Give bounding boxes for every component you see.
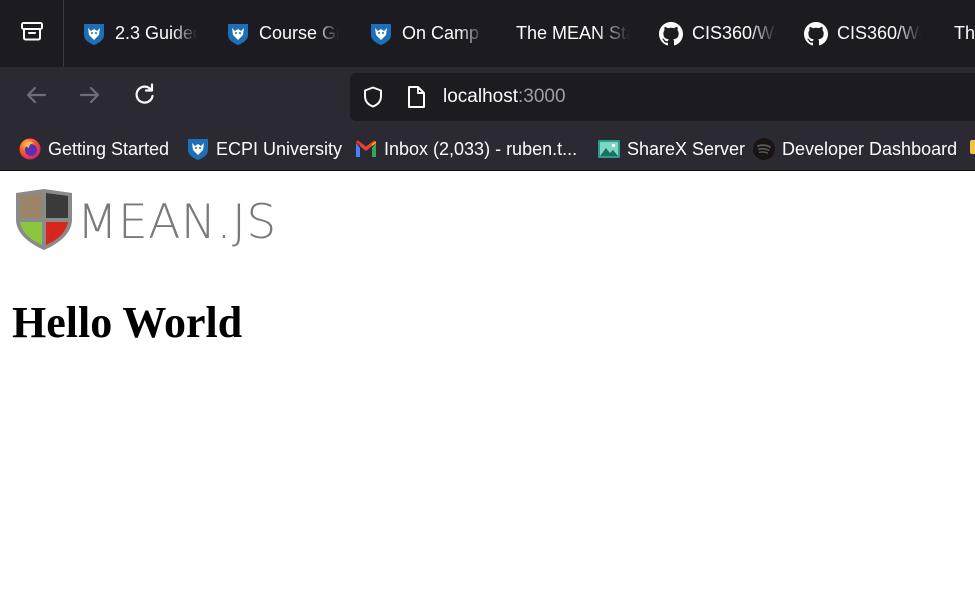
tab-github-1[interactable]: CIS360/We (659, 0, 776, 67)
mean-shield-icon (14, 189, 74, 256)
tab-title: The (954, 23, 975, 43)
mean-js-logo[interactable]: MEAN.JS (14, 189, 277, 256)
bookmarks-toolbar: Getting Started ECPI University Inbox (2… (0, 127, 975, 171)
folder-icon (968, 136, 975, 163)
shield-wolf-icon (82, 22, 106, 46)
tab-title: Course Gr (259, 23, 339, 43)
bookmark-label: Developer Dashboard (782, 138, 958, 159)
page-viewport: MEAN.JS Hello World (0, 171, 975, 599)
shield-wolf-icon (369, 22, 393, 46)
bookmark-sharex-server[interactable]: ShareX Server (597, 136, 745, 162)
tab-course[interactable]: Course Gr (226, 0, 339, 67)
bookmark-getting-started[interactable]: Getting Started (18, 136, 169, 162)
reload-button[interactable] (127, 79, 163, 115)
bookmark-label: Inbox (2,033) - ruben.t... (384, 138, 578, 159)
navigation-toolbar: localhost:3000 (0, 67, 975, 127)
github-icon (804, 21, 828, 46)
reload-icon (132, 82, 158, 113)
tab-on-campus[interactable]: On Camp (369, 0, 484, 67)
page-heading: Hello World (12, 298, 243, 347)
logo-wordmark: MEAN.JS (77, 195, 277, 250)
spotify-icon (752, 137, 776, 161)
bookmark-overflow-partial[interactable] (968, 136, 975, 162)
shield-wolf-icon (186, 137, 210, 161)
tab-title: CIS360/We (692, 23, 776, 43)
bookmark-label: ShareX Server (627, 138, 746, 159)
tab-title: On Camp (402, 23, 480, 43)
shield-wolf-icon (226, 22, 250, 46)
arrow-right-icon (77, 83, 103, 112)
url-host: localhost (443, 86, 518, 107)
tab-title: The MEAN Sta (516, 23, 630, 43)
tab-github-2[interactable]: CIS360/We (804, 0, 921, 67)
tab-mean-stack[interactable]: The MEAN Sta (516, 0, 630, 67)
gmail-icon (354, 137, 378, 161)
arrow-left-icon (23, 83, 49, 112)
url-port: :3000 (518, 86, 566, 107)
page-info-icon[interactable] (405, 85, 427, 114)
github-icon (659, 21, 683, 46)
tracking-protection-shield-icon[interactable] (361, 85, 385, 114)
address-bar[interactable]: localhost:3000 (350, 73, 975, 121)
firefox-icon (18, 137, 42, 161)
tab-partial[interactable]: The (954, 0, 975, 67)
forward-button[interactable] (72, 79, 108, 115)
tab-title: CIS360/We (837, 23, 921, 43)
list-all-tabs-button[interactable] (0, 0, 64, 67)
tab-strip: 2.3 Guided Course Gr On Camp The MEAN St… (0, 0, 975, 67)
bookmark-ecpi-university[interactable]: ECPI University (186, 136, 342, 162)
tab-manager-icon (19, 19, 45, 48)
url-text[interactable]: localhost:3000 (443, 86, 566, 108)
tab-guided[interactable]: 2.3 Guided (82, 0, 197, 67)
bookmark-developer-dashboard[interactable]: Developer Dashboard (752, 136, 957, 162)
bookmark-inbox[interactable]: Inbox (2,033) - ruben.t... (354, 136, 577, 162)
bookmark-label: ECPI University (216, 138, 343, 159)
back-button[interactable] (18, 79, 54, 115)
bookmark-label: Getting Started (48, 138, 170, 159)
sharex-image-icon (597, 137, 621, 161)
tab-title: 2.3 Guided (115, 23, 197, 43)
